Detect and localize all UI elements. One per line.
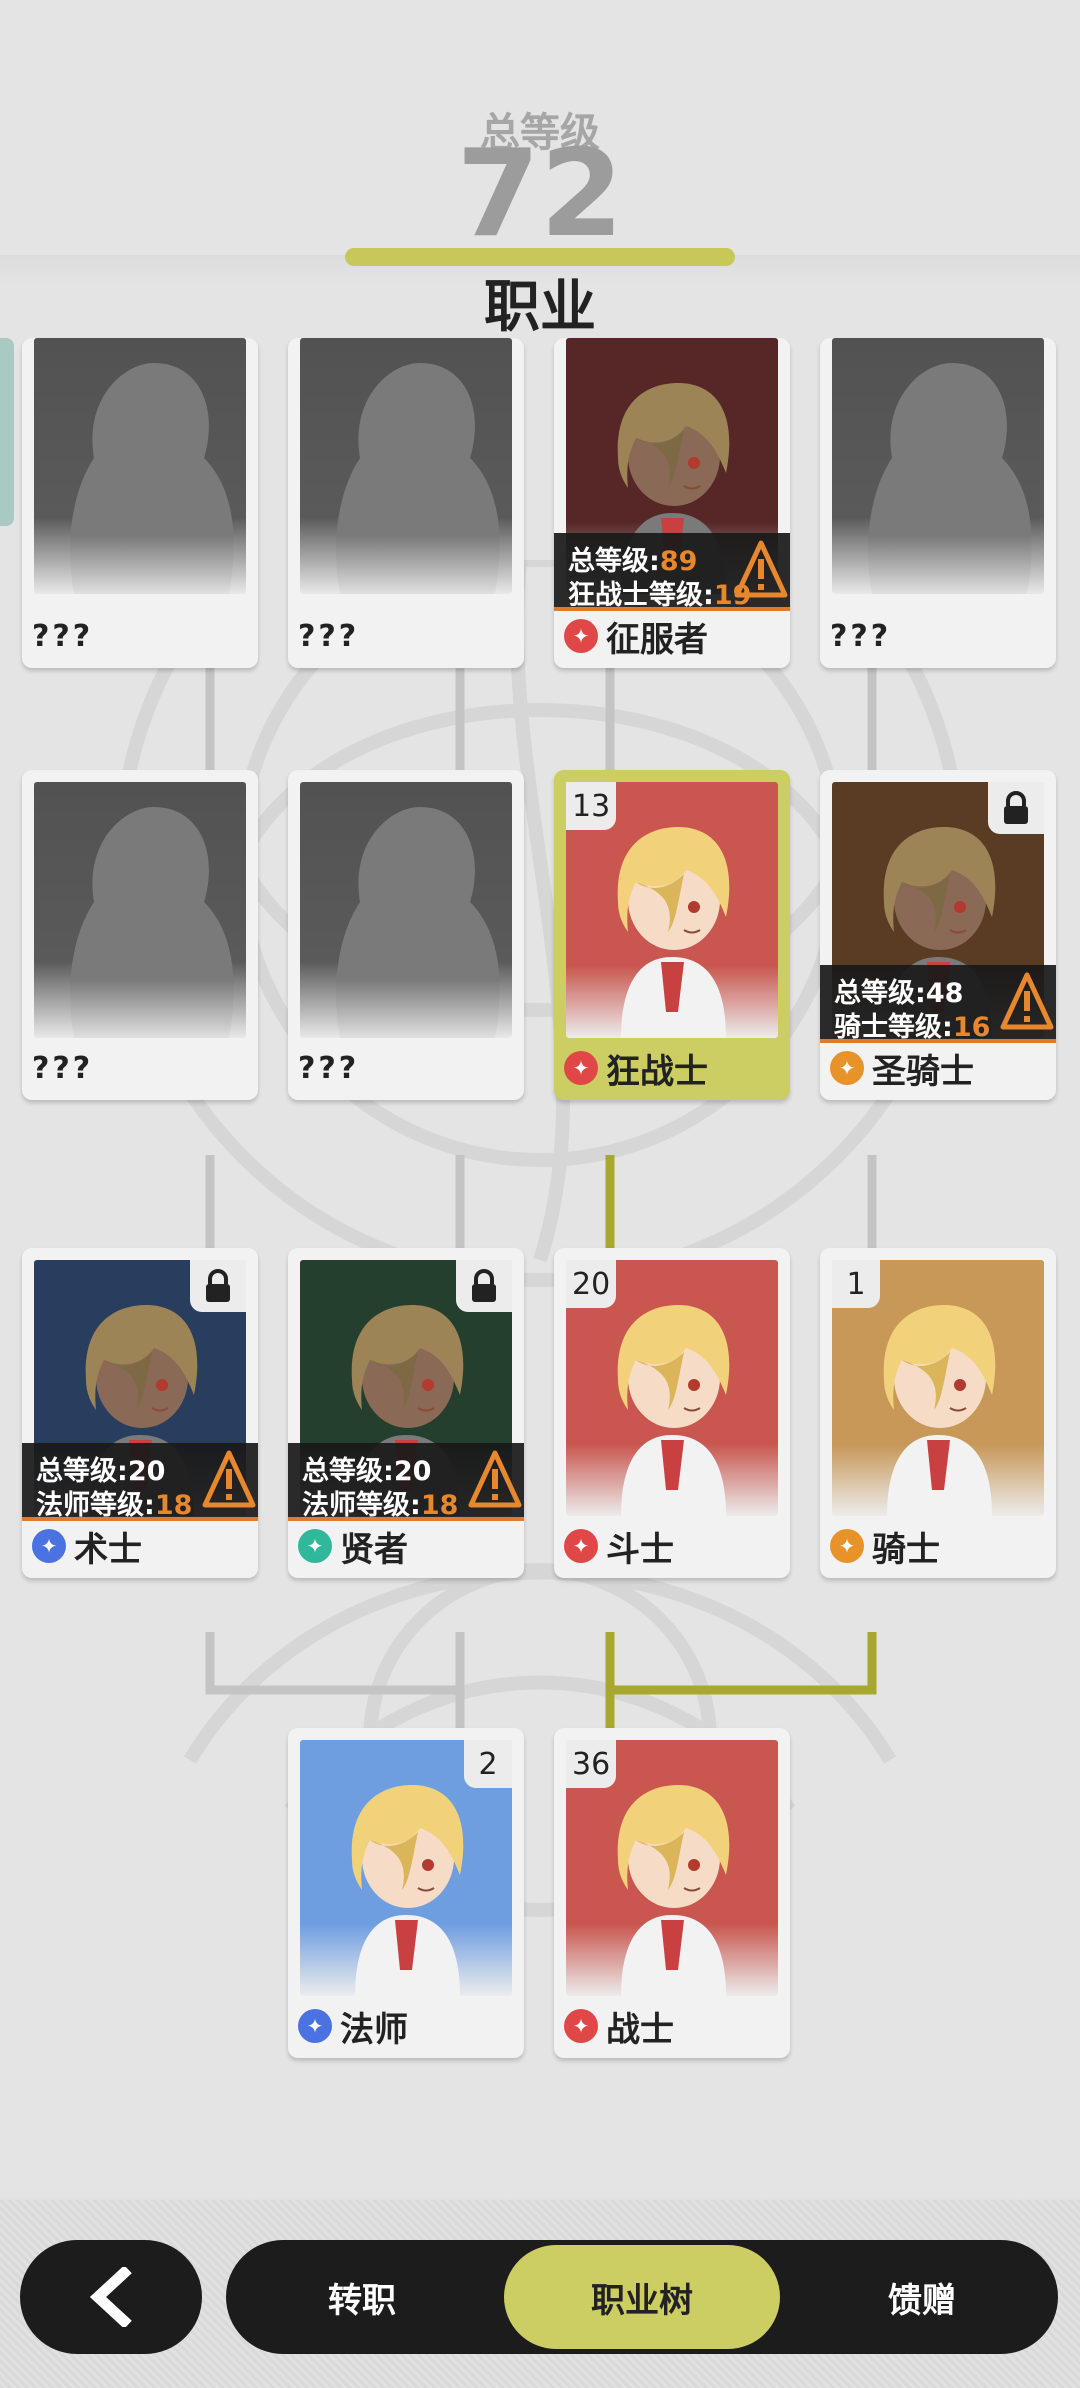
warning-icon: [468, 1450, 522, 1508]
warlock-icon: ✦: [32, 1529, 66, 1563]
req-class-line: 骑士等级:16: [834, 1005, 990, 1044]
class-name-row: ???: [298, 1040, 359, 1096]
bottom-tabs: 转职 职业树 馈赠: [226, 2240, 1058, 2354]
req-class-label: 狂战士等级:: [568, 580, 714, 611]
side-panel-handle[interactable]: [0, 338, 14, 526]
class-level-badge: 13: [566, 782, 617, 830]
req-class-label: 骑士等级:: [834, 1012, 953, 1043]
class-card[interactable]: 36 ✦ 战士: [554, 1728, 790, 2058]
class-card[interactable]: 1 ✦ 骑士: [820, 1248, 1056, 1578]
req-class-label: 法师等级:: [302, 1490, 421, 1521]
class-portrait: [34, 782, 246, 1038]
req-class-value: 18: [154, 1490, 193, 1521]
class-card[interactable]: 2 ✦ 法师: [288, 1728, 524, 2058]
back-button[interactable]: [20, 2240, 202, 2354]
req-class-value: 18: [420, 1490, 459, 1521]
warning-icon: [734, 540, 788, 598]
unlock-requirement: 总等级:20 法师等级:18: [22, 1443, 258, 1521]
class-card[interactable]: ???: [288, 770, 524, 1100]
lock-badge: [456, 1260, 512, 1312]
class-card[interactable]: 13 ✦ 狂战士: [554, 770, 790, 1100]
warning-icon: [1000, 972, 1054, 1030]
class-name: 征服者: [606, 619, 708, 660]
req-class-line: 法师等级:18: [302, 1483, 458, 1522]
class-card[interactable]: 总等级:48 骑士等级:16 ✦ 圣骑士: [820, 770, 1056, 1100]
warning-icon: [202, 1450, 256, 1508]
class-name: 狂战士: [606, 1051, 708, 1092]
lock-icon: [206, 1269, 230, 1302]
conqueror-icon: ✦: [564, 619, 598, 653]
knight-icon: ✦: [830, 1529, 864, 1563]
lock-icon: [472, 1269, 496, 1302]
unlock-requirement: 总等级:20 法师等级:18: [288, 1443, 524, 1521]
berserker-icon: ✦: [564, 1051, 598, 1085]
class-name-row: ✦ 术士: [32, 1518, 142, 1574]
tab-class-tree[interactable]: 职业树: [504, 2245, 780, 2349]
class-name-row: ???: [32, 608, 93, 664]
tab-gifts[interactable]: 馈赠: [786, 2240, 1058, 2354]
class-name-row: ???: [298, 608, 359, 664]
paladin-icon: ✦: [830, 1051, 864, 1085]
class-name-unknown: ???: [32, 618, 94, 654]
class-level-badge: 36: [566, 1740, 617, 1788]
lock-icon: [1004, 791, 1028, 824]
class-name-unknown: ???: [32, 1050, 94, 1086]
fighter-icon: ✦: [564, 1529, 598, 1563]
class-name-row: ✦ 圣骑士: [830, 1040, 974, 1096]
page-title: 职业: [484, 275, 596, 340]
header: 总等级 72 职业: [0, 0, 1080, 340]
class-name-row: ???: [32, 1040, 93, 1096]
class-portrait: [832, 338, 1044, 594]
class-card[interactable]: 总等级:89 狂战士等级:19 ✦ 征服者: [554, 338, 790, 668]
class-name: 斗士: [606, 1529, 674, 1570]
class-name-row: ✦ 贤者: [298, 1518, 408, 1574]
class-card[interactable]: 20 ✦ 斗士: [554, 1248, 790, 1578]
class-name-unknown: ???: [298, 1050, 360, 1086]
class-card[interactable]: ???: [22, 338, 258, 668]
req-class-value: 16: [952, 1012, 991, 1043]
lock-badge: [190, 1260, 246, 1312]
unlock-requirement: 总等级:48 骑士等级:16: [820, 965, 1056, 1043]
class-name: 法师: [340, 2009, 408, 2050]
class-name-unknown: ???: [830, 618, 892, 654]
class-card[interactable]: 总等级:20 法师等级:18 ✦ 术士: [22, 1248, 258, 1578]
class-portrait: [34, 338, 246, 594]
class-name: 贤者: [340, 1529, 408, 1570]
class-name-row: ???: [830, 608, 891, 664]
class-level-badge: 20: [566, 1260, 617, 1308]
class-name: 圣骑士: [872, 1051, 974, 1092]
class-card[interactable]: ???: [22, 770, 258, 1100]
class-name: 骑士: [872, 1529, 940, 1570]
mage-icon: ✦: [298, 2009, 332, 2043]
class-name-row: ✦ 斗士: [564, 1518, 674, 1574]
class-card[interactable]: ???: [820, 338, 1056, 668]
class-name: 战士: [606, 2009, 674, 2050]
class-card[interactable]: 总等级:20 法师等级:18 ✦ 贤者: [288, 1248, 524, 1578]
class-name-row: ✦ 战士: [564, 1998, 674, 2054]
sage-icon: ✦: [298, 1529, 332, 1563]
lock-badge: [988, 782, 1044, 834]
tab-job-change[interactable]: 转职: [226, 2240, 498, 2354]
warrior-icon: ✦: [564, 2009, 598, 2043]
req-class-label: 法师等级:: [36, 1490, 155, 1521]
class-name-row: ✦ 狂战士: [564, 1040, 708, 1096]
class-name: 术士: [74, 1529, 142, 1570]
class-name-row: ✦ 法师: [298, 1998, 408, 2054]
class-level-badge: 1: [832, 1260, 880, 1308]
class-level-badge: 2: [464, 1740, 512, 1788]
unlock-requirement: 总等级:89 狂战士等级:19: [554, 533, 790, 611]
class-portrait: [300, 338, 512, 594]
class-name-row: ✦ 骑士: [830, 1518, 940, 1574]
class-name-unknown: ???: [298, 618, 360, 654]
total-level-value: 72: [456, 125, 624, 264]
req-class-line: 狂战士等级:19: [568, 573, 751, 612]
class-portrait: [300, 782, 512, 1038]
req-class-line: 法师等级:18: [36, 1483, 192, 1522]
back-arrow-icon: [89, 2267, 132, 2327]
class-card[interactable]: ???: [288, 338, 524, 668]
class-name-row: ✦ 征服者: [564, 608, 708, 664]
